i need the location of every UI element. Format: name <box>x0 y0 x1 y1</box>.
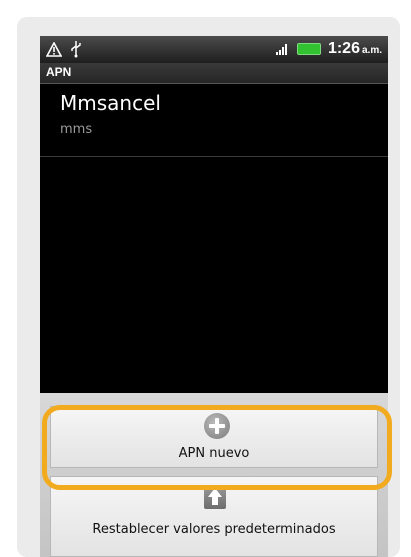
options-menu: APN nuevo Restablecer valores predetermi… <box>40 393 388 557</box>
apn-list-item[interactable]: Mmsancel mms <box>40 84 388 157</box>
reset-defaults-button[interactable]: Restablecer valores predeterminados <box>50 476 378 557</box>
reset-icon <box>204 485 226 509</box>
status-time: 1:26 a.m. <box>327 40 382 57</box>
warning-icon <box>46 41 62 57</box>
add-icon <box>204 413 230 439</box>
usb-icon <box>71 41 81 58</box>
apn-type: mms <box>60 122 93 137</box>
status-bar: 1:26 a.m. <box>40 36 388 63</box>
battery-icon <box>296 43 321 55</box>
apn-name: Mmsancel <box>60 91 161 115</box>
signal-icon <box>275 44 287 55</box>
reset-defaults-label: Restablecer valores predeterminados <box>92 522 336 537</box>
new-apn-label: APN nuevo <box>178 446 250 461</box>
screen-title: APN <box>46 65 72 79</box>
screen-title-bar: APN <box>40 63 388 84</box>
new-apn-button[interactable]: APN nuevo <box>50 406 378 468</box>
phone-screen: 1:26 a.m. APN Mmsancel mms APN nuevo Rest… <box>40 36 388 557</box>
